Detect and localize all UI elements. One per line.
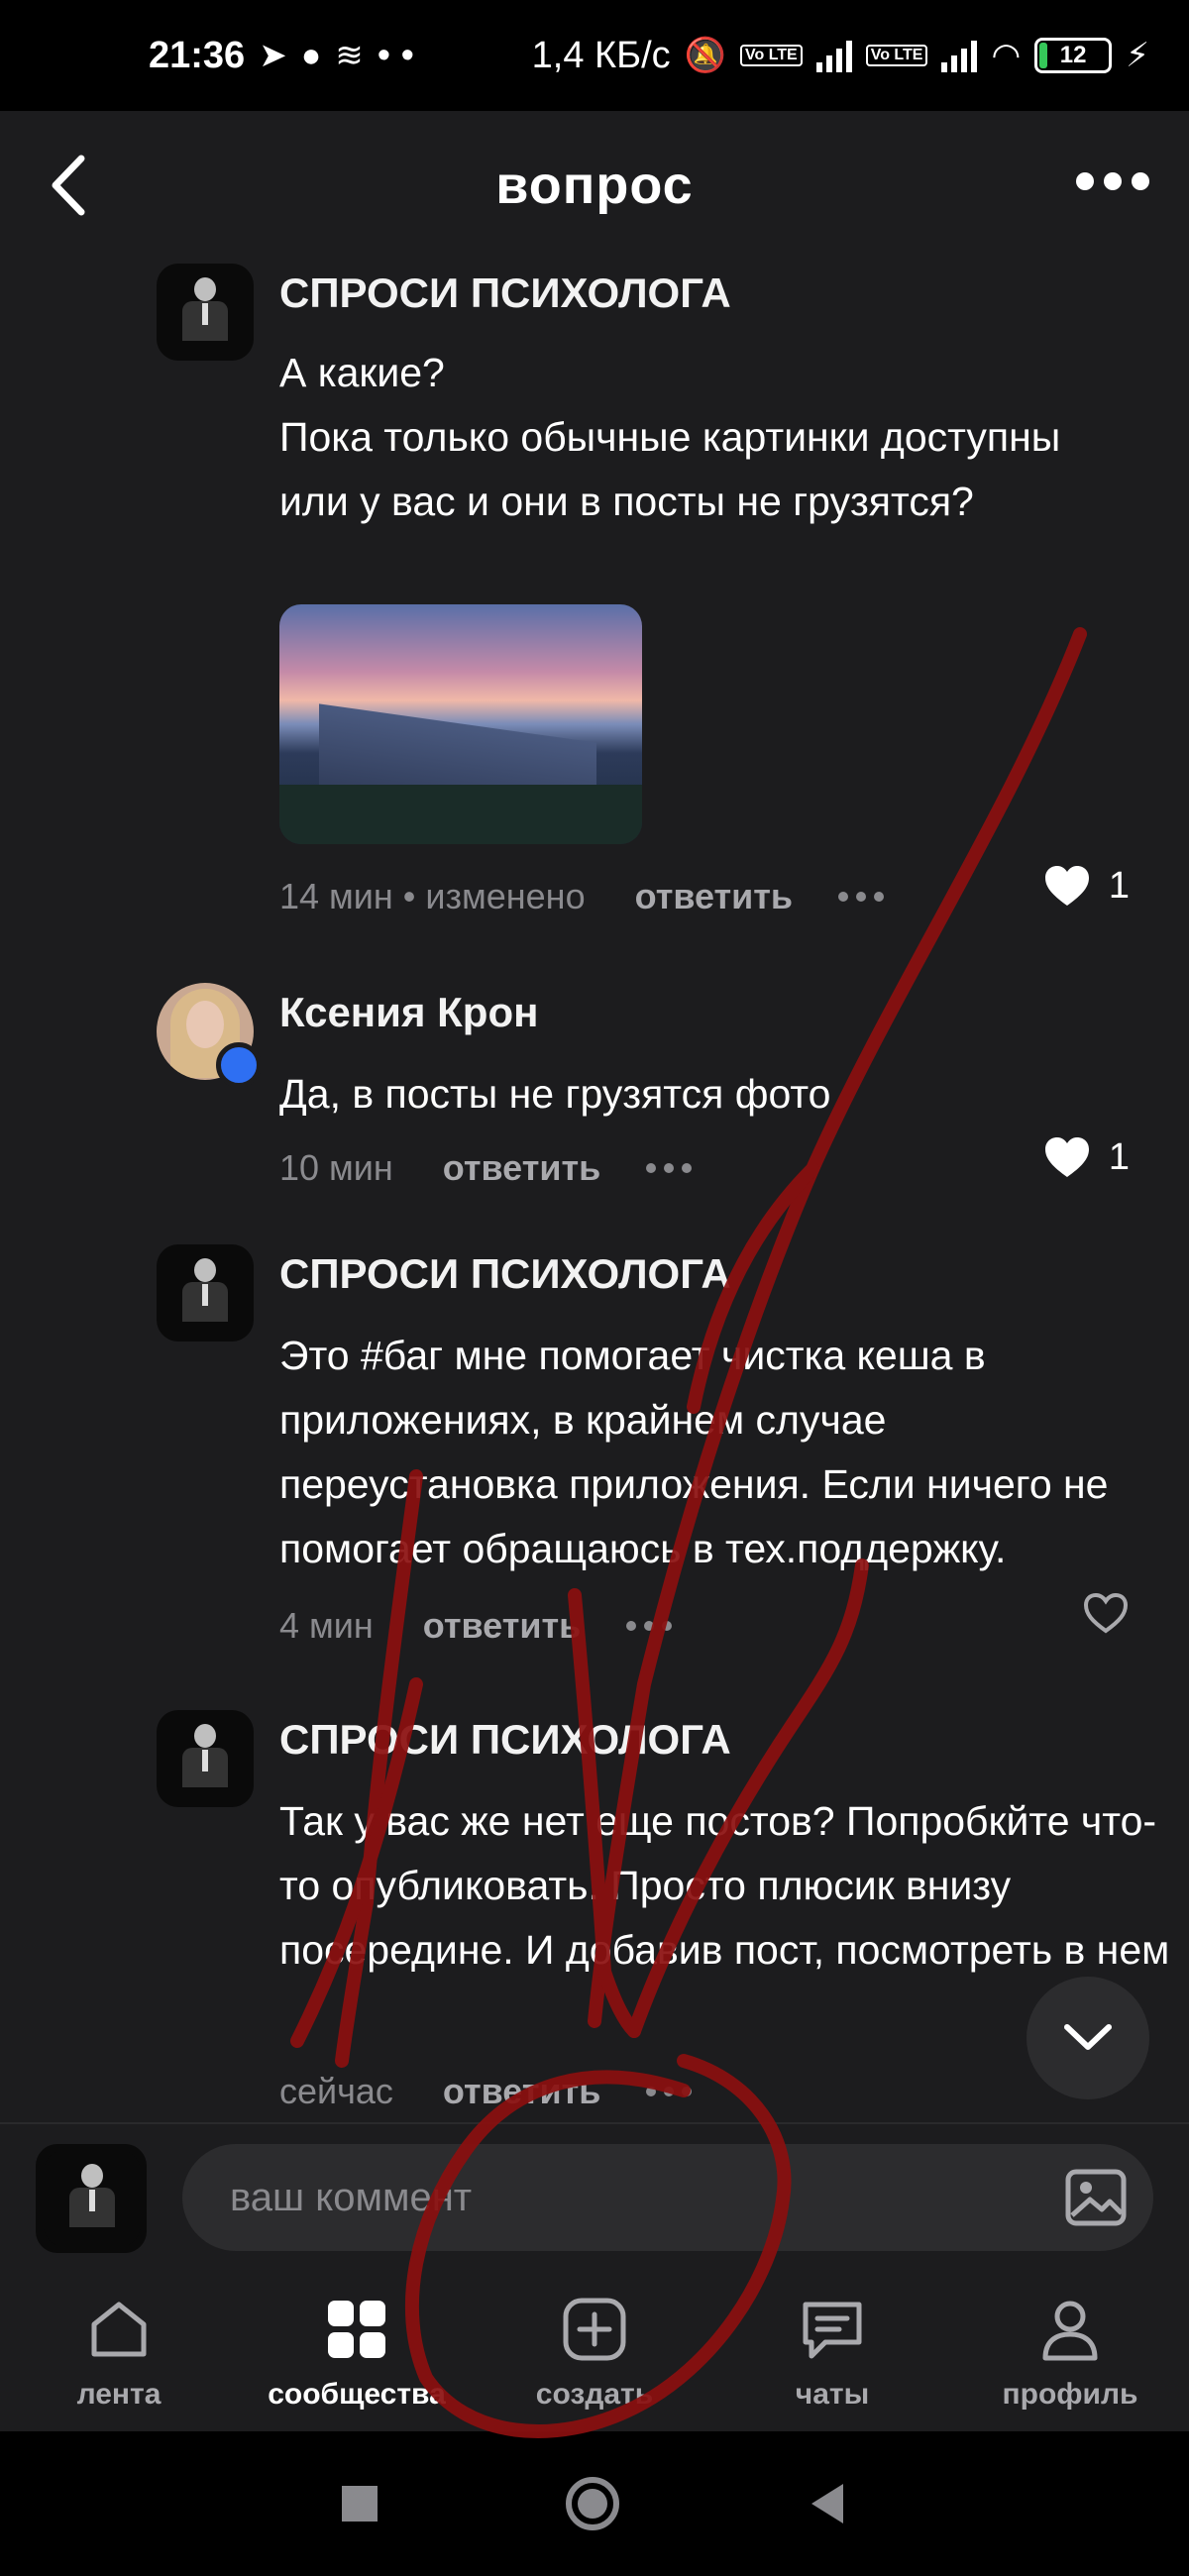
home-icon xyxy=(91,2302,147,2357)
avatar[interactable] xyxy=(157,1244,254,1342)
bottom-tab-bar: лента сообщества создать чаты профиль xyxy=(0,2269,1189,2431)
comment-more-icon[interactable] xyxy=(646,1163,693,1173)
verified-badge-icon xyxy=(216,1042,262,1088)
comment-input[interactable]: ваш коммент xyxy=(182,2144,1153,2251)
avatar[interactable] xyxy=(157,264,254,361)
reply-button[interactable]: ответить xyxy=(635,876,793,917)
network-speed: 1,4 КБ/с xyxy=(531,34,671,76)
comment-meta: 10 мин ответить xyxy=(279,1147,693,1189)
comment-more-icon[interactable] xyxy=(838,892,885,902)
status-right: 1,4 КБ/с 🔕 Vo LTE Vo LTE ◠ 12 ⚡ xyxy=(532,35,1149,77)
charging-icon: ⚡ xyxy=(1126,37,1149,74)
tab-label: создать xyxy=(535,2378,654,2411)
status-time: 21:36 xyxy=(149,34,246,76)
tab-create[interactable]: создать xyxy=(476,2269,713,2431)
wifi-icon: ◠ xyxy=(991,37,1022,74)
plus-square-icon xyxy=(563,2298,626,2361)
tab-label: лента xyxy=(76,2378,162,2411)
chevron-down-icon xyxy=(1064,2024,1112,2050)
signal-icon-2 xyxy=(941,39,978,72)
recents-icon[interactable] xyxy=(342,2486,378,2522)
chat-icon xyxy=(803,2302,862,2359)
heart-filled-icon xyxy=(1044,1137,1089,1177)
telegram-icon: ➤ xyxy=(259,37,287,74)
comment-author[interactable]: СПРОСИ ПСИХОЛОГА xyxy=(279,1716,731,1764)
tab-chats[interactable]: чаты xyxy=(713,2269,951,2431)
battery-percent: 12 xyxy=(1059,42,1087,68)
comment-meta: 14 мин • изменено ответить xyxy=(279,876,885,917)
heart-outline-icon xyxy=(1083,1592,1129,1634)
comment-time: 14 мин • изменено xyxy=(279,876,586,916)
tab-label: чаты xyxy=(795,2378,870,2411)
app-header: вопрос xyxy=(0,111,1189,260)
back-arrow-icon[interactable] xyxy=(42,151,101,220)
comment-more-icon[interactable] xyxy=(646,2087,693,2096)
tab-label: профиль xyxy=(1002,2378,1138,2411)
comment-text: А какие? Пока только обычные картинки до… xyxy=(279,350,1061,524)
reply-button[interactable]: ответить xyxy=(443,2071,600,2112)
like-count: 1 xyxy=(1108,1135,1130,1178)
tab-label: сообщества xyxy=(268,2378,446,2411)
tab-feed[interactable]: лента xyxy=(0,2269,238,2431)
like-count: 1 xyxy=(1108,864,1130,907)
avatar[interactable] xyxy=(157,1710,254,1807)
comment-time: 4 мин xyxy=(279,1605,374,1646)
status-app-icons: ➤ ● ≋ • • xyxy=(259,35,414,77)
like-button[interactable] xyxy=(1082,1591,1130,1635)
comment-composer: ваш коммент xyxy=(0,2122,1189,2269)
volte-badge-2: Vo LTE xyxy=(865,45,928,66)
comment-time: сейчас xyxy=(279,2071,393,2111)
more-notifications-icon: • • xyxy=(377,34,414,76)
my-avatar[interactable] xyxy=(36,2144,147,2253)
comment-author[interactable]: СПРОСИ ПСИХОЛОГА xyxy=(279,269,731,317)
comment-meta: сейчас ответить xyxy=(279,2071,693,2112)
more-menu-icon[interactable] xyxy=(1076,172,1149,190)
signal-icon-1 xyxy=(815,39,852,72)
battery-icon: 12 xyxy=(1034,38,1113,73)
comment-more-icon[interactable] xyxy=(626,1621,673,1631)
app-notification-icon: ● xyxy=(300,36,322,74)
like-button[interactable]: 1 xyxy=(1043,1135,1130,1179)
comment-text: Это #баг мне помогает чистка кеша в прил… xyxy=(279,1333,1109,1571)
comment-text: Да, в посты не грузятся фото xyxy=(279,1071,831,1117)
user-icon xyxy=(1042,2301,1098,2361)
attach-image-icon[interactable] xyxy=(1064,2166,1128,2229)
back-nav-icon[interactable] xyxy=(808,2482,847,2525)
comment-author[interactable]: Ксения Крон xyxy=(279,989,538,1036)
page-title: вопрос xyxy=(495,156,694,215)
avatar-image xyxy=(44,2150,141,2247)
status-bar: 21:36 ➤ ● ≋ • • 1,4 КБ/с 🔕 Vo LTE Vo LTE… xyxy=(0,0,1189,111)
comment-time: 10 мин xyxy=(279,1147,393,1188)
grid-icon xyxy=(328,2301,385,2358)
system-nav-bar xyxy=(0,2431,1189,2576)
tab-communities[interactable]: сообщества xyxy=(238,2269,476,2431)
mute-bell-icon: 🔕 xyxy=(684,37,726,74)
heart-filled-icon xyxy=(1044,866,1089,906)
comment-photo[interactable] xyxy=(279,604,642,844)
comments-feed[interactable]: СПРОСИ ПСИХОЛОГА А какие? Пока только об… xyxy=(0,260,1189,2122)
reply-button[interactable]: ответить xyxy=(443,1147,600,1189)
home-nav-icon[interactable] xyxy=(566,2477,619,2530)
comment-text: Так у вас же нет еще постов? Попробкйте … xyxy=(279,1798,1170,1973)
app-notification-icon-2: ≋ xyxy=(335,37,364,74)
comment-author[interactable]: СПРОСИ ПСИХОЛОГА xyxy=(279,1250,731,1298)
tab-profile[interactable]: профиль xyxy=(951,2269,1189,2431)
scroll-down-button[interactable] xyxy=(1027,1977,1149,2099)
volte-badge-1: Vo LTE xyxy=(739,45,803,66)
comment-meta: 4 мин ответить xyxy=(279,1605,673,1647)
like-button[interactable]: 1 xyxy=(1043,864,1130,908)
reply-button[interactable]: ответить xyxy=(423,1605,581,1647)
